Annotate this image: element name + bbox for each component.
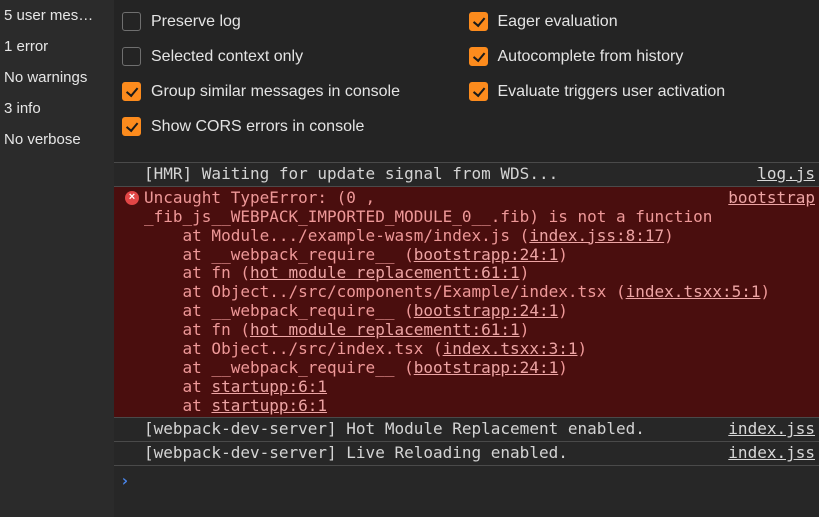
filter-info[interactable]: 3 info: [4, 93, 110, 124]
source-link[interactable]: index.jss: [724, 444, 819, 463]
console-prompt[interactable]: ›: [114, 465, 819, 497]
setting-selected-context[interactable]: Selected context only: [120, 39, 467, 74]
source-link[interactable]: bootstrap: [724, 189, 819, 208]
stack-frame-link[interactable]: index.tsxx:3:1: [443, 339, 578, 358]
message-text: [webpack-dev-server] Hot Module Replacem…: [144, 420, 724, 439]
setting-eager-evaluation[interactable]: Eager evaluation: [467, 4, 814, 39]
console-message-info[interactable]: [webpack-dev-server] Live Reloading enab…: [114, 441, 819, 465]
setting-preserve-log[interactable]: Preserve log: [120, 4, 467, 39]
setting-show-cors[interactable]: Show CORS errors in console: [120, 109, 467, 144]
checkbox-checked-icon: [122, 117, 141, 136]
message-text: [webpack-dev-server] Live Reloading enab…: [144, 444, 724, 463]
console-message-info[interactable]: [HMR] Waiting for update signal from WDS…: [114, 162, 819, 186]
source-link[interactable]: index.jss: [724, 420, 819, 439]
console-message-info[interactable]: [webpack-dev-server] Hot Module Replacem…: [114, 417, 819, 441]
console-settings-panel: Preserve log Selected context only Group…: [114, 0, 819, 162]
chevron-right-icon: ›: [120, 472, 130, 491]
filter-user-messages[interactable]: 5 user mes…: [4, 0, 110, 31]
error-body: Uncaught TypeError: (0 , _fib_js__WEBPAC…: [144, 189, 724, 416]
stack-frame-link[interactable]: index.jss:8:17: [529, 226, 664, 245]
stack-frame-link[interactable]: startupp:6:1: [211, 396, 327, 415]
setting-user-activation[interactable]: Evaluate triggers user activation: [467, 74, 814, 109]
checkbox-checked-icon: [469, 47, 488, 66]
filter-errors[interactable]: 1 error: [4, 31, 110, 62]
checkbox-icon: [122, 47, 141, 66]
stack-frame-link[interactable]: index.tsxx:5:1: [626, 282, 761, 301]
stack-frame-link[interactable]: startupp:6:1: [211, 377, 327, 396]
stack-frame-link[interactable]: hot module replacementt:61:1: [250, 320, 520, 339]
source-link[interactable]: log.js: [753, 165, 819, 184]
console-filter-sidebar: 5 user mes… 1 error No warnings 3 info N…: [0, 0, 114, 517]
stack-frame-link[interactable]: bootstrapp:24:1: [414, 301, 559, 320]
stack-frame-link[interactable]: bootstrapp:24:1: [414, 358, 559, 377]
console-output: [HMR] Waiting for update signal from WDS…: [114, 162, 819, 517]
setting-autocomplete-history[interactable]: Autocomplete from history: [467, 39, 814, 74]
checkbox-checked-icon: [469, 12, 488, 31]
checkbox-checked-icon: [122, 82, 141, 101]
filter-warnings[interactable]: No warnings: [4, 62, 110, 93]
stack-frame-link[interactable]: bootstrapp:24:1: [414, 245, 559, 264]
stack-frame-link[interactable]: hot module replacementt:61:1: [250, 263, 520, 282]
checkbox-checked-icon: [469, 82, 488, 101]
console-message-error[interactable]: Uncaught TypeError: (0 , _fib_js__WEBPAC…: [114, 186, 819, 418]
checkbox-icon: [122, 12, 141, 31]
message-text: [HMR] Waiting for update signal from WDS…: [144, 165, 753, 184]
error-icon: [125, 191, 139, 205]
setting-group-similar[interactable]: Group similar messages in console: [120, 74, 467, 109]
filter-verbose[interactable]: No verbose: [4, 124, 110, 155]
